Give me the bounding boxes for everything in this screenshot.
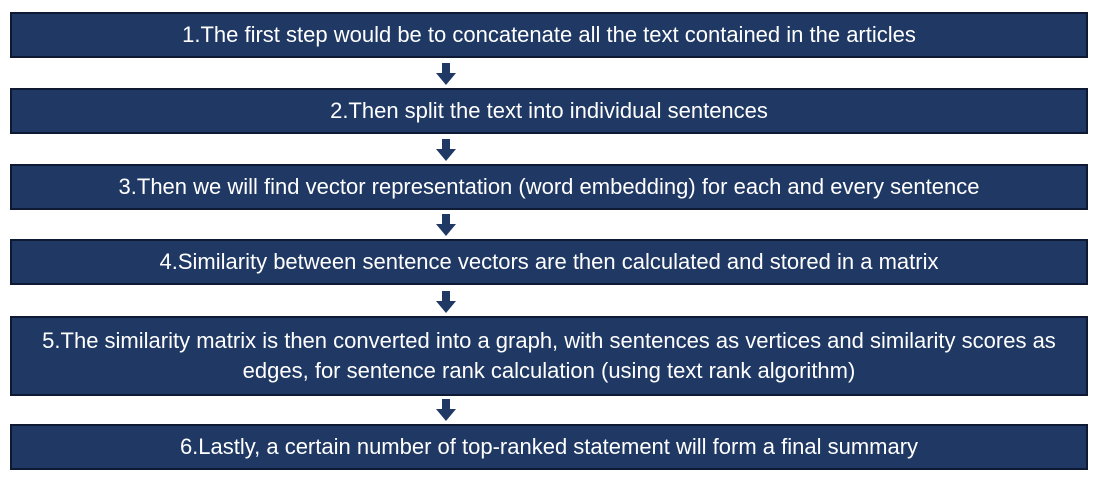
arrow-down-icon: [436, 139, 456, 161]
step-3-text: 3.Then we will find vector representatio…: [118, 174, 980, 199]
step-6-box: 6.Lastly, a certain number of top-ranked…: [10, 424, 1088, 470]
arrow-down-icon: [436, 399, 456, 421]
arrow-down-icon: [436, 63, 456, 85]
arrow-down-icon: [436, 214, 456, 236]
step-5-box: 5.The similarity matrix is then converte…: [10, 316, 1088, 396]
step-3-box: 3.Then we will find vector representatio…: [10, 164, 1088, 210]
step-5-text: 5.The similarity matrix is then converte…: [42, 328, 1056, 383]
step-2-text: 2.Then split the text into individual se…: [330, 98, 768, 123]
step-1-box: 1.The first step would be to concatenate…: [10, 12, 1088, 58]
step-1-text: 1.The first step would be to concatenate…: [182, 22, 916, 47]
step-4-box: 4.Similarity between sentence vectors ar…: [10, 239, 1088, 285]
arrow-down-icon: [436, 291, 456, 313]
step-6-text: 6.Lastly, a certain number of top-ranked…: [179, 434, 919, 459]
flow-diagram: 1.The first step would be to concatenate…: [0, 0, 1102, 482]
step-4-text: 4.Similarity between sentence vectors ar…: [159, 249, 939, 274]
step-2-box: 2.Then split the text into individual se…: [10, 88, 1088, 134]
